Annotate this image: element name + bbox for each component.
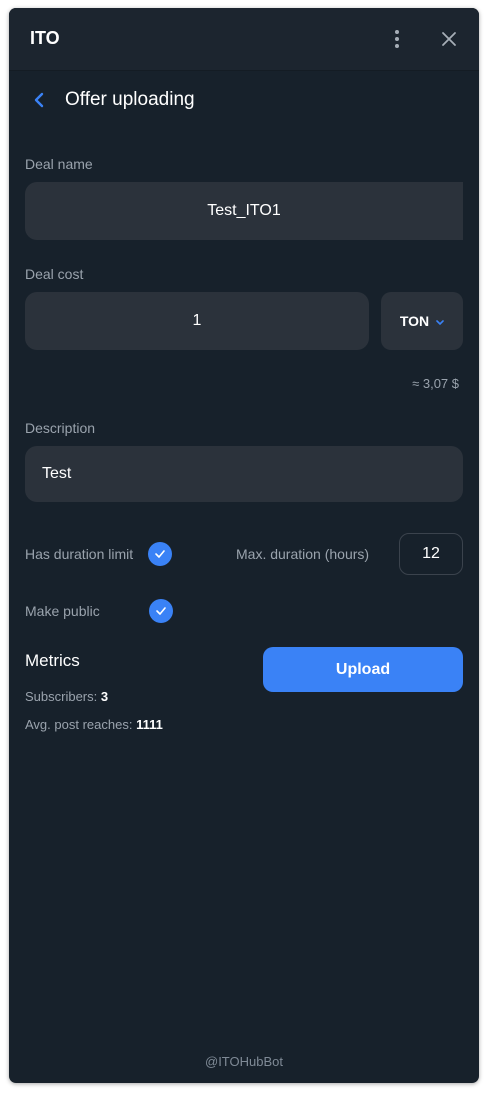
upload-button-label: Upload [335, 660, 391, 678]
page-title: Offer uploading [65, 89, 195, 110]
deal-cost-label: Deal cost [25, 266, 84, 282]
title-bar: ITO [9, 8, 479, 71]
currency-value: TON [399, 313, 430, 329]
metrics-title: Metrics [25, 651, 80, 670]
close-icon[interactable] [437, 28, 461, 50]
deal-name-input[interactable]: Test_ITO1 [25, 182, 463, 240]
subscribers-value: 3 [100, 689, 109, 704]
duration-limit-checkbox[interactable] [148, 542, 172, 566]
currency-select[interactable]: TON [381, 292, 463, 350]
reach-value: 1111 [136, 717, 163, 732]
cost-usd-estimate: ≈ 3,07 $ [412, 376, 459, 391]
max-duration-value: 12 [422, 545, 440, 562]
window-title: ITO [30, 28, 60, 48]
deal-name-label: Deal name [25, 156, 93, 172]
deal-cost-value: 1 [192, 312, 202, 329]
more-vertical-icon[interactable] [388, 28, 406, 50]
max-duration-label: Max. duration (hours) [236, 546, 370, 562]
description-label: Description [25, 420, 96, 436]
chevron-left-icon[interactable] [29, 88, 49, 112]
upload-button[interactable]: Upload [263, 647, 463, 692]
description-input[interactable]: Test [25, 446, 463, 502]
checkmark-icon [156, 607, 166, 615]
reach-metric: Avg. post reaches: 1111 [25, 717, 163, 732]
deal-name-value: Test_ITO1 [207, 202, 281, 219]
subscribers-label: Subscribers: [25, 689, 98, 704]
page-header: Offer uploading [9, 70, 479, 128]
bot-handle: @ITOHubBot [205, 1054, 283, 1069]
duration-limit-label: Has duration limit [25, 546, 134, 562]
checkmark-icon [155, 550, 165, 558]
make-public-label: Make public [25, 603, 100, 619]
reach-label: Avg. post reaches: [25, 717, 133, 732]
description-value: Test [42, 465, 72, 482]
subscribers-metric: Subscribers: 3 [25, 689, 108, 704]
make-public-checkbox[interactable] [149, 599, 173, 623]
app-window: ITO Offer uploading Deal name Test_ITO1 … [9, 8, 479, 1083]
deal-cost-input[interactable]: 1 [25, 292, 369, 350]
chevron-down-icon [436, 313, 444, 329]
max-duration-input[interactable]: 12 [399, 533, 463, 575]
